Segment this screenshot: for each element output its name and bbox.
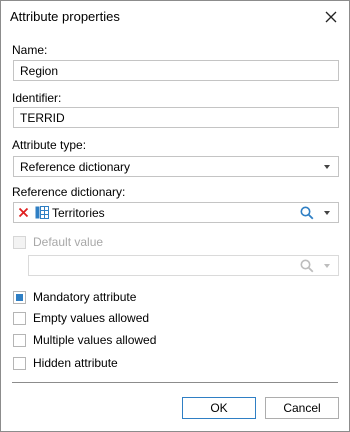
hidden-attribute-label: Hidden attribute — [33, 356, 118, 370]
mandatory-attribute-checkbox[interactable]: Mandatory attribute — [13, 289, 136, 305]
reference-dictionary-value: Territories — [52, 206, 105, 220]
hidden-attribute-checkbox[interactable]: Hidden attribute — [13, 355, 118, 371]
name-field[interactable] — [13, 60, 339, 81]
mandatory-attribute-checkbox-box[interactable] — [13, 290, 26, 304]
mandatory-attribute-label: Mandatory attribute — [33, 290, 137, 304]
multiple-values-allowed-checkbox[interactable]: Multiple values allowed — [13, 332, 156, 348]
chevron-down-icon[interactable] — [324, 264, 330, 268]
identifier-label: Identifier: — [12, 91, 62, 105]
default-value-checkbox[interactable]: Default value — [13, 234, 103, 250]
identifier-field[interactable] — [13, 107, 339, 128]
name-label: Name: — [12, 43, 48, 57]
default-value-picker[interactable] — [28, 255, 339, 276]
reference-dictionary-picker[interactable]: Territories — [13, 202, 339, 223]
dialog-titlebar: Attribute properties — [1, 1, 349, 33]
empty-values-allowed-checkbox[interactable]: Empty values allowed — [13, 310, 149, 326]
hidden-attribute-checkbox-box[interactable] — [13, 356, 26, 370]
multiple-values-allowed-label: Multiple values allowed — [33, 333, 157, 347]
identifier-input[interactable] — [14, 108, 338, 127]
attribute-type-label: Attribute type: — [12, 138, 87, 152]
attribute-type-value: Reference dictionary — [20, 160, 131, 174]
ok-button[interactable]: OK — [182, 397, 256, 419]
cancel-button[interactable]: Cancel — [265, 397, 339, 419]
attribute-type-select[interactable]: Reference dictionary — [13, 156, 339, 177]
chevron-down-icon[interactable] — [324, 211, 330, 215]
dialog-title: Attribute properties — [10, 9, 120, 24]
close-button[interactable] — [319, 5, 343, 29]
default-value-checkbox-box[interactable] — [13, 235, 26, 249]
multiple-values-allowed-checkbox-box[interactable] — [13, 333, 26, 347]
search-icon[interactable] — [300, 206, 314, 220]
empty-values-allowed-label: Empty values allowed — [33, 311, 150, 325]
clear-x-icon[interactable] — [18, 207, 29, 218]
dictionary-table-icon — [35, 206, 49, 219]
divider — [12, 382, 338, 383]
chevron-down-icon[interactable] — [324, 165, 330, 169]
attribute-properties-dialog: Attribute properties Name: Identifier: A… — [0, 0, 350, 432]
search-icon[interactable] — [300, 259, 314, 273]
default-value-label: Default value — [33, 235, 104, 249]
name-input[interactable] — [14, 61, 338, 80]
empty-values-allowed-checkbox-box[interactable] — [13, 311, 26, 325]
reference-dictionary-label: Reference dictionary: — [12, 185, 126, 199]
close-icon — [325, 11, 337, 23]
